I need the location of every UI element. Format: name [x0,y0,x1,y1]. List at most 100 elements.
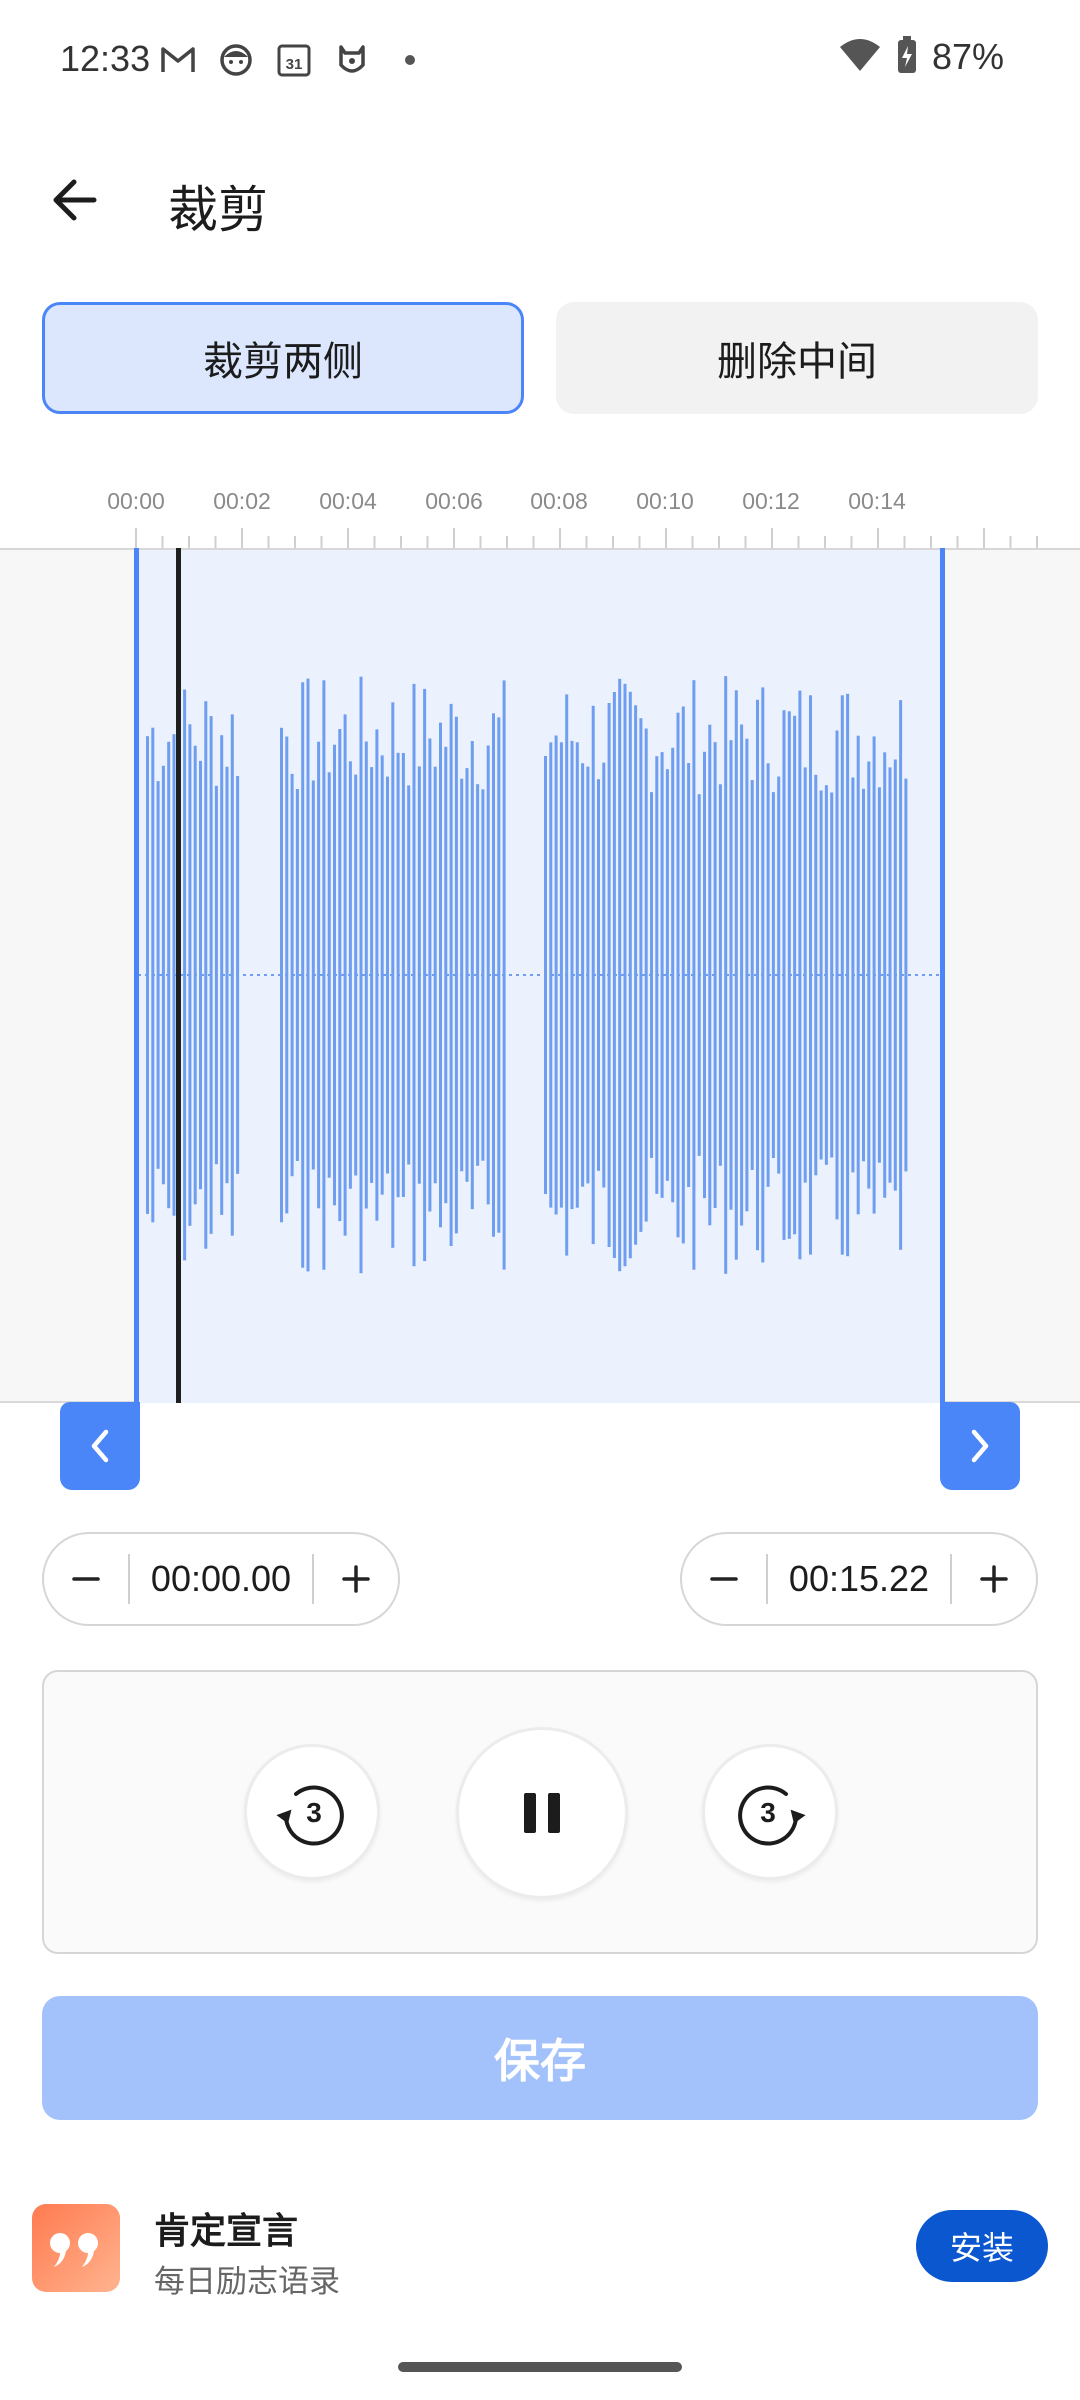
waveform-bar [333,744,336,1206]
waveform-bar [311,780,315,1170]
start-time-value[interactable]: 00:00.00 [130,1558,312,1600]
waveform-bar [644,728,648,1222]
waveform-bar [904,778,908,1172]
waveform-bar [612,692,616,1258]
waveform-bar [877,787,881,1163]
page-title: 裁剪 [168,181,268,239]
waveform-bar [486,745,490,1205]
waveform-bar [750,780,754,1170]
svg-text:31: 31 [286,56,303,73]
tab-delete-middle[interactable]: 删除中间 [556,302,1038,414]
waveform-bar [492,713,495,1237]
waveform-bar [167,741,171,1209]
back-button[interactable] [40,166,108,234]
svg-text:3: 3 [306,1797,322,1828]
end-handle[interactable] [940,1402,1020,1490]
start-increment-button[interactable] [314,1534,398,1624]
waveform-bar [787,711,791,1239]
tab-trim-sides[interactable]: 裁剪两侧 [42,302,524,414]
status-time: 12:33 [60,38,151,79]
rewind-3s-button[interactable]: 3 [244,1744,380,1880]
end-handle-line[interactable] [940,548,945,1403]
save-button[interactable]: 保存 [42,1996,1038,2120]
start-time-stepper: 00:00.00 [42,1532,400,1626]
waveform-bar [476,784,480,1166]
start-handle[interactable] [60,1402,140,1490]
waveform-bar [204,701,208,1249]
waveform-bar [835,730,839,1220]
waveform-bar [665,769,669,1181]
waveform-bar [209,716,213,1234]
forward-icon: 3 [738,1785,806,1846]
waveform-bar [428,738,432,1212]
waveform-bar [856,735,860,1215]
waveform-bar [236,776,240,1174]
home-indicator[interactable] [398,2362,682,2372]
ad-title: 肯定宣言 [154,2211,299,2252]
waveform [138,676,940,1274]
waveform-bar [412,683,416,1267]
waveform-bar [549,742,553,1208]
wifi-icon [838,37,882,77]
app-face-icon [216,40,256,80]
waveform-bar [146,736,149,1214]
waveform-bar [687,763,691,1187]
start-decrement-button[interactable] [44,1534,128,1624]
waveform-bar [230,714,234,1236]
install-button[interactable]: 安装 [916,2210,1048,2282]
waveform-bar [193,745,197,1205]
waveform-bar [851,777,855,1173]
waveform-bar [745,738,749,1212]
end-time-value[interactable]: 00:15.22 [768,1558,950,1600]
waveform-bar [575,742,579,1208]
ad-app-icon[interactable] [32,2204,120,2292]
waveform-bar [703,751,706,1199]
waveform-bar [634,705,638,1245]
waveform-bar [713,742,717,1208]
chevron-left-icon [91,1429,109,1463]
waveform-bar [734,690,738,1260]
waveform-bar [183,689,187,1261]
waveform-bar [899,700,903,1250]
waveform-bar [396,752,400,1198]
waveform-bar [809,695,812,1255]
waveform-bar [893,759,897,1191]
waveform-bar [676,712,680,1238]
waveform-bar [591,705,595,1245]
waveform-bar [824,785,828,1165]
plus-icon [980,1565,1008,1593]
pause-button[interactable] [456,1727,628,1899]
waveform-bar [417,766,421,1184]
gmail-icon [158,40,198,80]
waveform-bar [782,710,786,1240]
minus-icon [710,1577,738,1581]
time-ruler: 00:00 00:02 00:04 00:06 00:08 00:10 00:1… [0,470,1080,550]
rewind-icon: 3 [276,1785,344,1846]
chevron-right-icon [971,1429,989,1463]
ruler-ticks [135,528,1038,548]
end-decrement-button[interactable] [682,1534,766,1624]
status-bar: 12:33 31 87% [0,0,1080,126]
end-time-stepper: 00:15.22 [680,1532,1038,1626]
end-increment-button[interactable] [952,1534,1036,1624]
waveform-bar [840,695,844,1255]
playback-panel: 3 3 [42,1670,1038,1954]
waveform-bar [348,761,352,1189]
waveform-bar [386,776,389,1174]
waveform-bar [433,766,437,1184]
waveform-bar [867,761,871,1189]
waveform-bar [655,756,659,1194]
waveform-bar [623,683,627,1267]
playhead[interactable] [176,548,181,1403]
waveform-bar [681,706,685,1244]
waveform-bar [214,785,218,1165]
waveform-bar [188,724,192,1226]
battery-percent: 87% [931,36,1004,77]
waveform-bar [766,763,770,1187]
waveform-bar [819,790,823,1160]
forward-3s-button[interactable]: 3 [702,1744,838,1880]
waveform-bar [724,676,728,1274]
waveform-bar [151,727,155,1223]
waveform-bar [280,727,283,1223]
start-handle-line[interactable] [134,548,139,1403]
